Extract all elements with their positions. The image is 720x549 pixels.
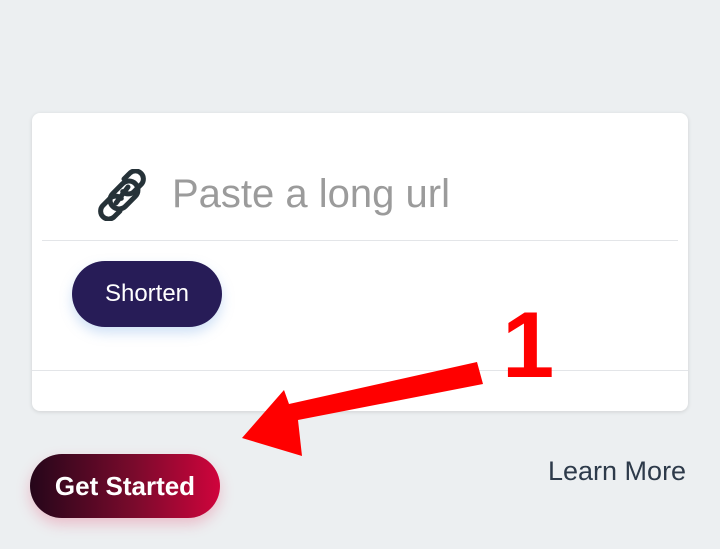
shortener-card: Shorten [32,113,688,411]
card-divider [32,370,688,371]
get-started-button[interactable]: Get Started [30,454,220,518]
link-icon [94,168,150,222]
learn-more-link[interactable]: Learn More [548,456,686,487]
url-input[interactable] [172,165,652,223]
annotation-number: 1 [502,292,555,397]
shorten-button[interactable]: Shorten [72,261,222,327]
url-input-row [42,113,678,241]
